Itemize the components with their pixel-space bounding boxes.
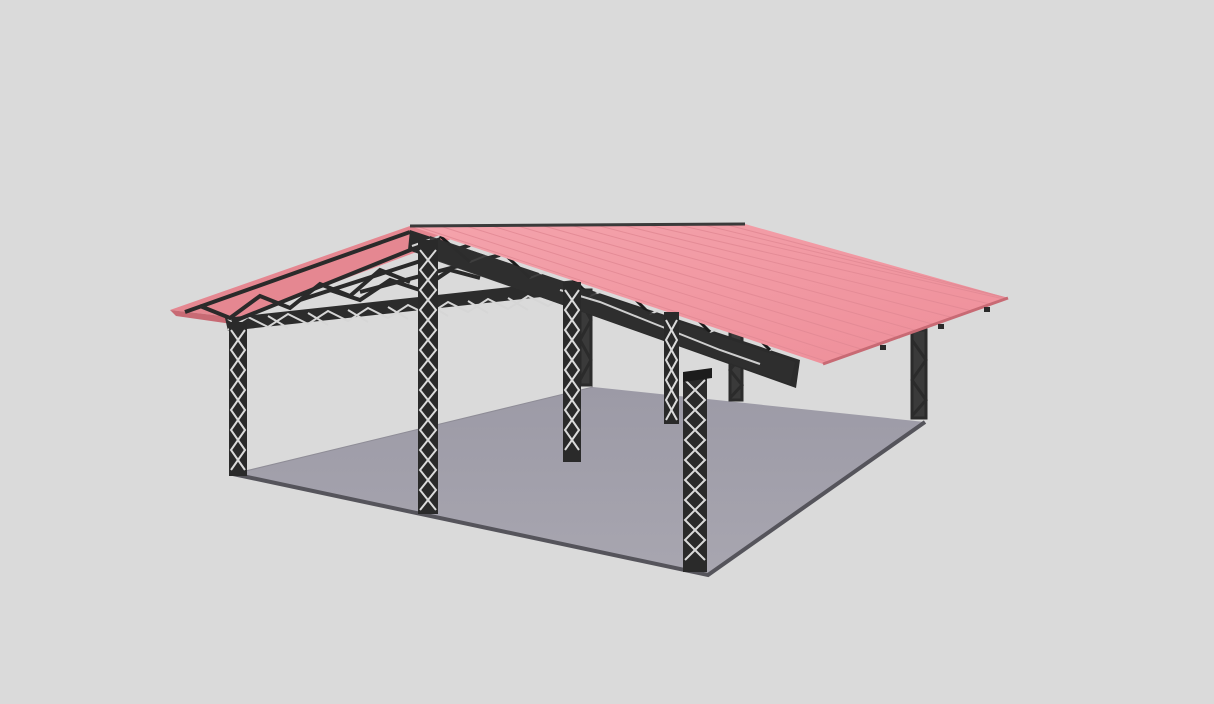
3d-viewport[interactable] xyxy=(0,0,1214,704)
truss-column xyxy=(910,328,928,420)
center-column xyxy=(418,240,438,514)
left-column xyxy=(229,322,247,476)
pavilion-render xyxy=(170,222,1009,578)
middle-column xyxy=(563,282,581,462)
inner-right-column xyxy=(664,312,679,424)
